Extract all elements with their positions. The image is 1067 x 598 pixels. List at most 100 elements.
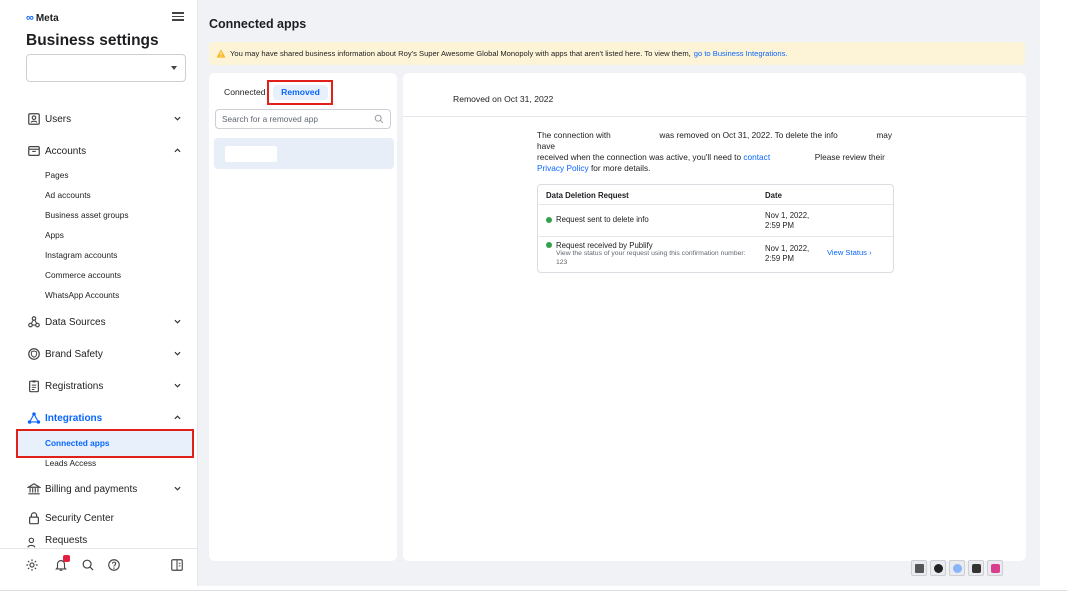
desc-part: Please review their [814,152,885,162]
sidebar-item-label: Brand Safety [45,348,103,360]
request-date-time: 2:59 PM [765,253,795,263]
sidebar-item-accounts[interactable]: Accounts [26,140,186,162]
search-removed-app-input[interactable]: Search for a removed app [215,109,391,129]
meta-logo[interactable]: ∞ Meta [26,12,59,24]
shield-icon [26,347,41,362]
sidebar-item-security-center[interactable]: Security Center [26,507,186,529]
banner-text: You may have shared business information… [230,49,691,58]
sidebar-item-billing[interactable]: Billing and payments [26,478,186,500]
sidebar-item-brand-safety[interactable]: Brand Safety [26,343,186,365]
sidebar-item-registrations[interactable]: Registrations [26,375,186,397]
chevron-down-icon [174,116,181,122]
table-header: Data Deletion Request Date [538,185,893,205]
sidebar-item-label: Security Center [45,512,114,524]
request-date: Nov 1, 2022, 2:59 PM [765,211,825,230]
bank-icon [26,482,41,497]
privacy-policy-link[interactable]: Privacy Policy [537,163,589,173]
chevron-down-icon [174,351,181,357]
sidebar-subitem-commerce-accounts[interactable]: Commerce accounts [45,268,121,282]
detail-header: Removed on Oct 31, 2022 [403,73,1026,117]
data-deletion-table: Data Deletion Request Date Request sent … [537,184,894,273]
sidebar-subitem-leads-access[interactable]: Leads Access [45,456,96,470]
sidebar-subitem-ad-accounts[interactable]: Ad accounts [45,188,91,202]
sidebar-subitem-apps[interactable]: Apps [45,228,64,242]
request-label: Request received by Publify [556,241,653,250]
desc-part: was removed on Oct 31, 2022. To delete t… [659,130,838,140]
highlight-box-removed-tab [267,80,333,105]
chevron-up-icon [174,415,181,421]
extension-icon-2[interactable] [930,560,946,576]
table-row: Request sent to delete info Nov 1, 2022,… [538,206,893,237]
requests-icon [26,535,41,548]
contact-link[interactable]: contact [743,152,770,162]
sidebar-item-integrations[interactable]: Integrations [26,407,186,429]
warning-icon [216,49,226,58]
extension-icon-5[interactable] [987,560,1003,576]
sidebar-item-label: Users [45,113,72,125]
status-dot-green [546,217,552,223]
status-dot-green [546,242,552,248]
help-icon[interactable] [107,558,121,572]
extension-icon-4[interactable] [968,560,984,576]
accounts-folder-icon [26,144,41,159]
business-integrations-link[interactable]: go to Business Integrations. [694,49,788,58]
sidebar-subitem-instagram-accounts[interactable]: Instagram accounts [45,248,117,262]
search-icon [374,114,384,124]
desc-part: received when the connection was active,… [537,152,742,162]
request-date-time: 2:59 PM [765,220,795,230]
sidebar-item-data-sources[interactable]: Data Sources [26,311,186,333]
chevron-down-icon [174,383,181,389]
extension-icon-1[interactable] [911,560,927,576]
tab-connected[interactable]: Connected [224,85,266,100]
sidebar-item-users[interactable]: Users [26,108,186,130]
sidebar-title: Business settings [26,32,159,49]
sidebar-item-requests[interactable]: Requests [26,532,186,548]
chevron-down-icon [171,66,177,70]
business-account-select[interactable] [26,54,186,82]
business-settings-app: ∞ Meta Business settings Users Accounts … [0,0,1067,598]
removal-description: The connection with was removed on Oct 3… [537,130,897,174]
gear-icon[interactable] [25,558,39,572]
sidebar-subitem-business-asset-groups[interactable]: Business asset groups [45,208,128,222]
view-status-link[interactable]: View Status › [827,248,872,257]
data-sources-icon [26,315,41,330]
chevron-up-icon [174,148,181,154]
main-content: Connected apps You may have shared busin… [198,0,1040,586]
sidebar-item-label: Requests [45,535,88,546]
apps-list-panel: Connected Removed Search for a removed a… [209,73,397,561]
warning-banner: You may have shared business information… [209,42,1025,65]
app-name-redacted [225,146,277,162]
extension-icon-3[interactable] [949,560,965,576]
meta-brand-label: Meta [35,12,59,24]
panel-icon[interactable] [170,558,184,572]
integrations-icon [26,411,41,426]
request-date-day: Nov 1, 2022, [765,211,810,220]
app-detail-panel: Removed on Oct 31, 2022 The connection w… [403,73,1026,561]
clipboard-icon [26,379,41,394]
search-icon[interactable] [81,558,95,572]
table-row: Request received by Publify View the sta… [538,237,893,273]
search-placeholder: Search for a removed app [222,114,318,124]
sidebar: ∞ Meta Business settings Users Accounts … [0,0,198,586]
sidebar-subitem-whatsapp-accounts[interactable]: WhatsApp Accounts [45,288,119,302]
removed-date: Removed on Oct 31, 2022 [453,94,554,104]
users-icon [26,112,41,127]
request-date-day: Nov 1, 2022, [765,244,810,253]
notification-badge [63,555,70,562]
sidebar-item-label: Registrations [45,380,104,392]
sidebar-item-label: Billing and payments [45,483,138,495]
sidebar-footer [0,548,198,578]
window-bottom-border [0,590,1067,591]
sidebar-subitem-pages[interactable]: Pages [45,168,69,182]
meta-infinity-icon: ∞ [26,12,34,24]
lock-icon [26,511,41,526]
view-status-label: View Status [827,248,867,257]
sidebar-item-label: Integrations [45,412,103,424]
request-label: Request sent to delete info [556,215,649,224]
desc-part: for more details. [590,163,651,173]
page-title: Connected apps [209,17,307,31]
menu-icon[interactable] [172,10,184,22]
column-header-date: Date [765,191,782,200]
removed-app-list-item[interactable] [214,138,394,169]
sidebar-item-label: Accounts [45,145,87,157]
